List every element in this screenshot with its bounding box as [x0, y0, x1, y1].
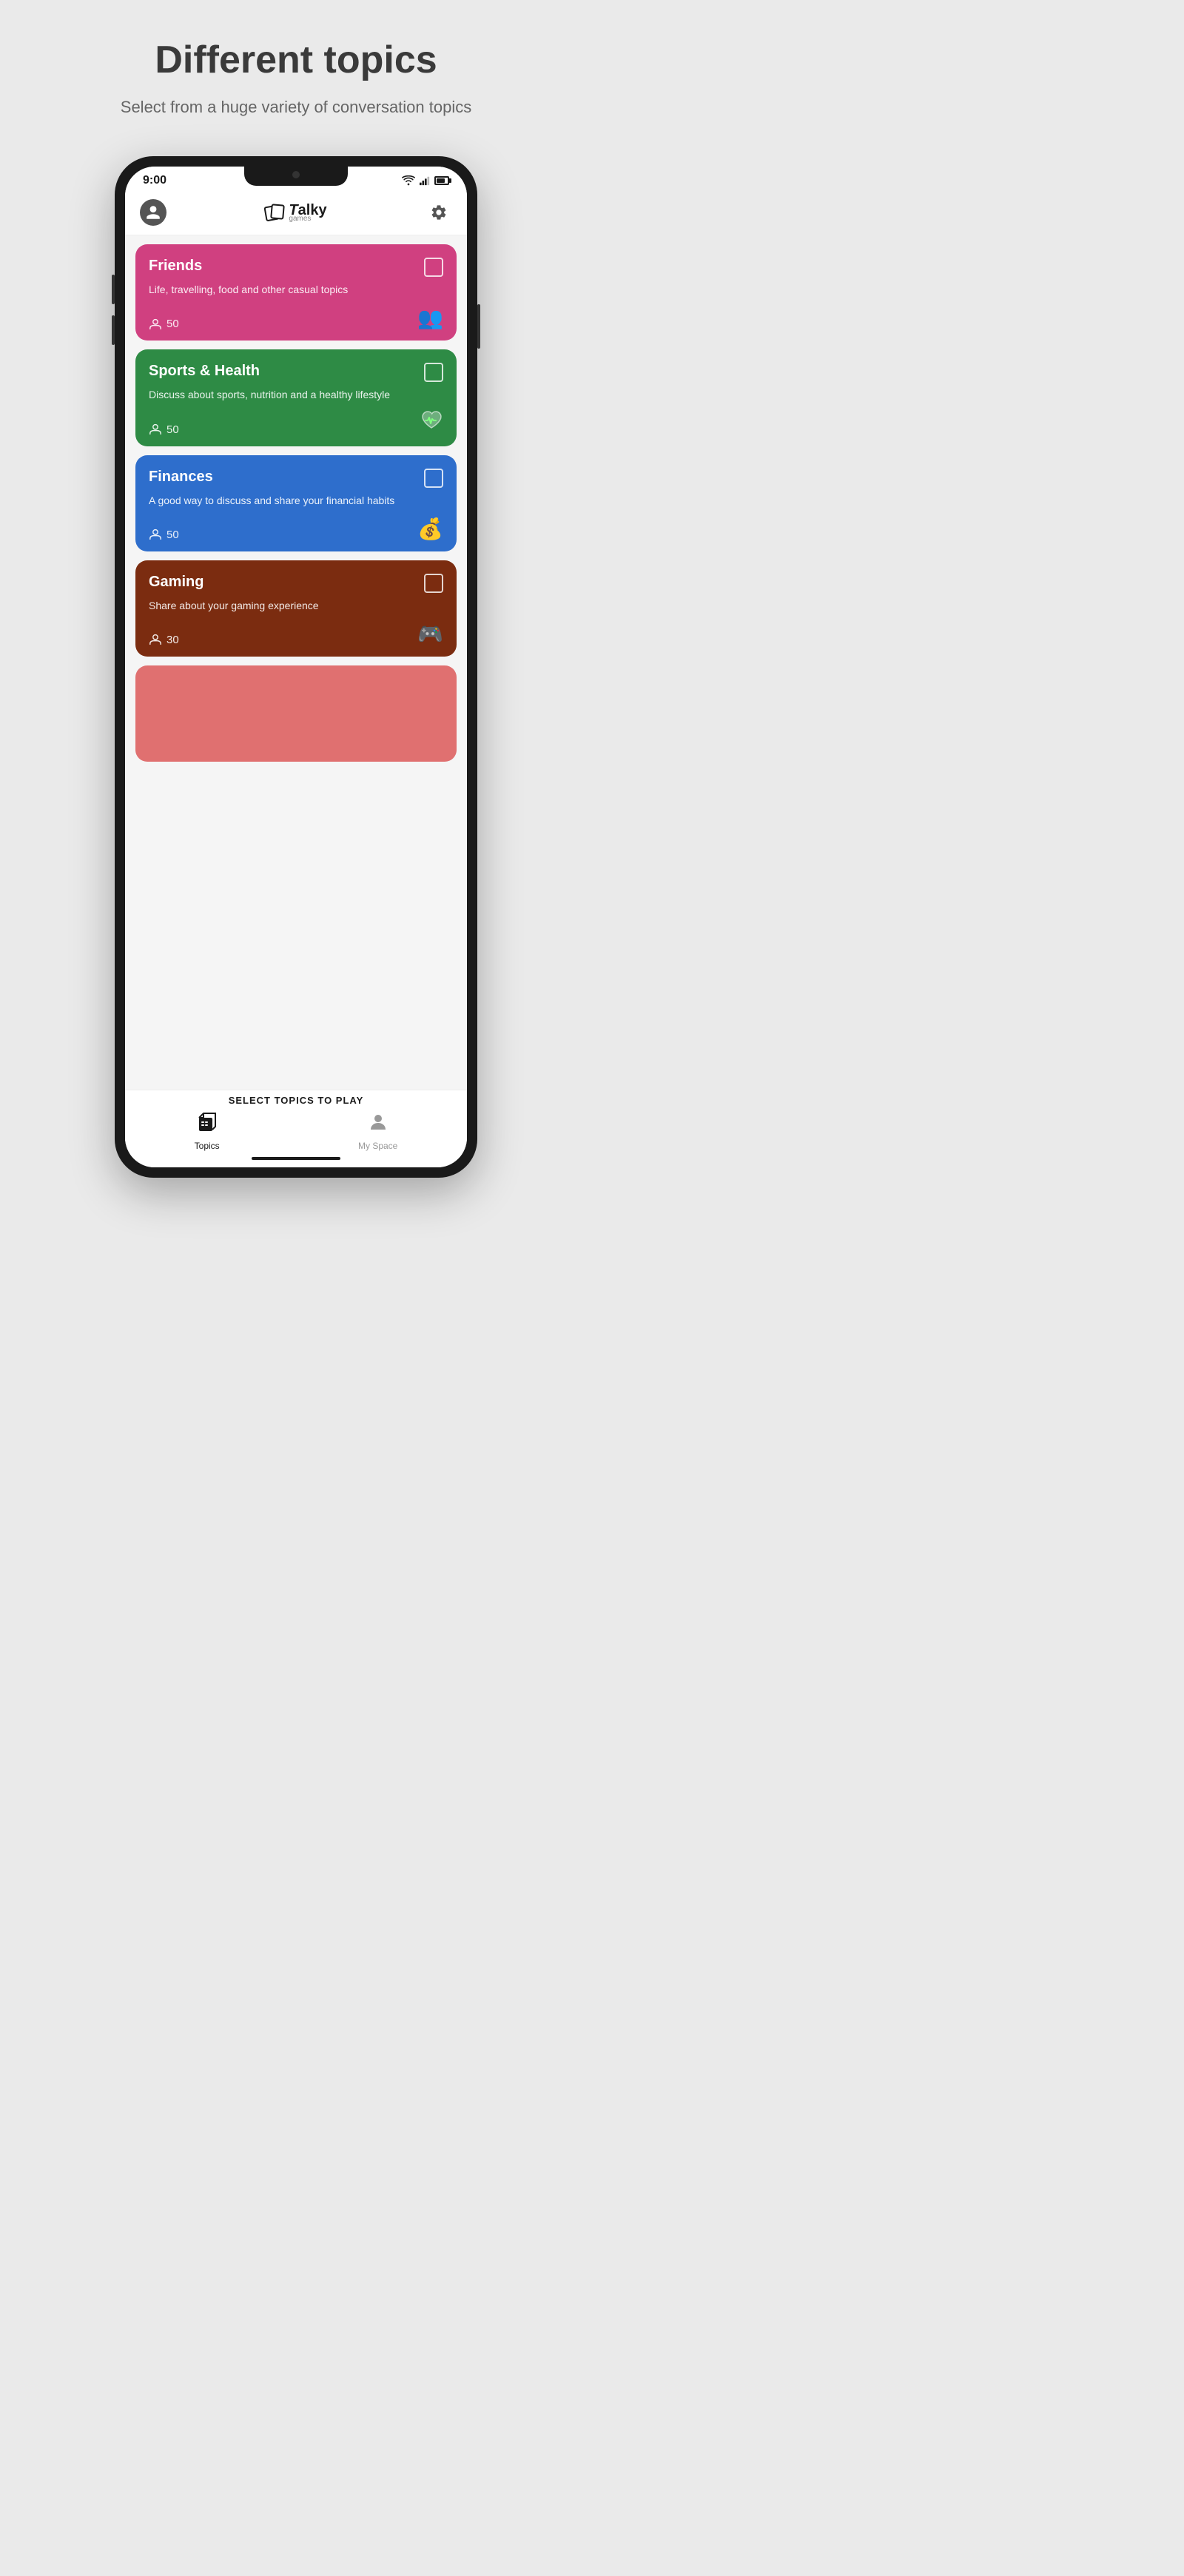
topic-desc-friends: Life, travelling, food and other casual … [149, 283, 443, 298]
app-logo: Talky games [265, 202, 326, 223]
nav-tab-topics[interactable]: Topics [195, 1112, 220, 1151]
topic-name-sports: Sports & Health [149, 363, 260, 380]
topic-desc-gaming: Share about your gaming experience [149, 599, 443, 614]
volume-up-button [112, 275, 115, 304]
topic-name-gaming: Gaming [149, 574, 204, 591]
logo-text: Talky games [289, 202, 326, 223]
topic-emoji-gaming: 🎮 [417, 622, 443, 646]
bottom-nav: SELECT TOPICS TO PLAY [125, 1090, 467, 1167]
volume-down-button [112, 315, 115, 345]
topic-name-finances: Finances [149, 469, 213, 486]
settings-gear-icon[interactable] [426, 199, 452, 226]
topic-emoji-sports [420, 410, 443, 436]
topic-card-gaming[interactable]: Gaming Share about your gaming experienc… [135, 560, 457, 657]
topic-checkbox-finances[interactable] [424, 469, 443, 488]
wifi-icon [402, 175, 415, 186]
status-bar: 9:00 [125, 167, 467, 192]
topic-card-finances[interactable]: Finances A good way to discuss and share… [135, 455, 457, 551]
myspace-icon [368, 1112, 388, 1138]
profile-avatar-icon[interactable] [140, 199, 166, 226]
page-subtitle: Select from a huge variety of conversati… [111, 95, 481, 119]
page-title: Different topics [30, 37, 562, 83]
phone-frame: 9:00 [115, 156, 477, 1178]
signal-icon [420, 175, 430, 186]
topics-list[interactable]: Friends Life, travelling, food and other… [125, 235, 467, 1090]
topic-checkbox-friends[interactable] [424, 258, 443, 277]
topic-count-finances: 50 [149, 529, 179, 541]
page-header: Different topics Select from a huge vari… [0, 0, 592, 141]
topic-card-friends[interactable]: Friends Life, travelling, food and other… [135, 244, 457, 341]
logo-cards-icon [265, 204, 284, 221]
topics-tab-label: Topics [195, 1141, 220, 1151]
topic-name-friends: Friends [149, 258, 202, 275]
topic-card-partial[interactable] [135, 665, 457, 762]
battery-icon [434, 176, 449, 185]
topics-icon [197, 1112, 218, 1138]
topic-desc-sports: Discuss about sports, nutrition and a he… [149, 388, 443, 403]
topic-card-sports[interactable]: Sports & Health Discuss about sports, nu… [135, 349, 457, 446]
topic-checkbox-sports[interactable] [424, 363, 443, 382]
topic-count-gaming: 30 [149, 634, 179, 646]
myspace-tab-label: My Space [358, 1141, 397, 1151]
topic-count-friends: 50 [149, 318, 179, 330]
app-header: Talky games [125, 192, 467, 235]
topic-count-sports: 50 [149, 423, 179, 436]
topic-emoji-friends: 👥 [417, 306, 443, 330]
power-button [477, 304, 480, 349]
topic-emoji-finances: 💰 [417, 517, 443, 541]
phone-screen: 9:00 [125, 167, 467, 1167]
status-icons [402, 175, 449, 186]
home-indicator [252, 1157, 340, 1160]
topic-checkbox-gaming[interactable] [424, 574, 443, 593]
status-time: 9:00 [143, 174, 166, 187]
select-topics-label: SELECT TOPICS TO PLAY [125, 1095, 467, 1106]
nav-tabs: Topics My Space [125, 1112, 467, 1151]
nav-tab-myspace[interactable]: My Space [358, 1112, 397, 1151]
topic-desc-finances: A good way to discuss and share your fin… [149, 494, 443, 509]
